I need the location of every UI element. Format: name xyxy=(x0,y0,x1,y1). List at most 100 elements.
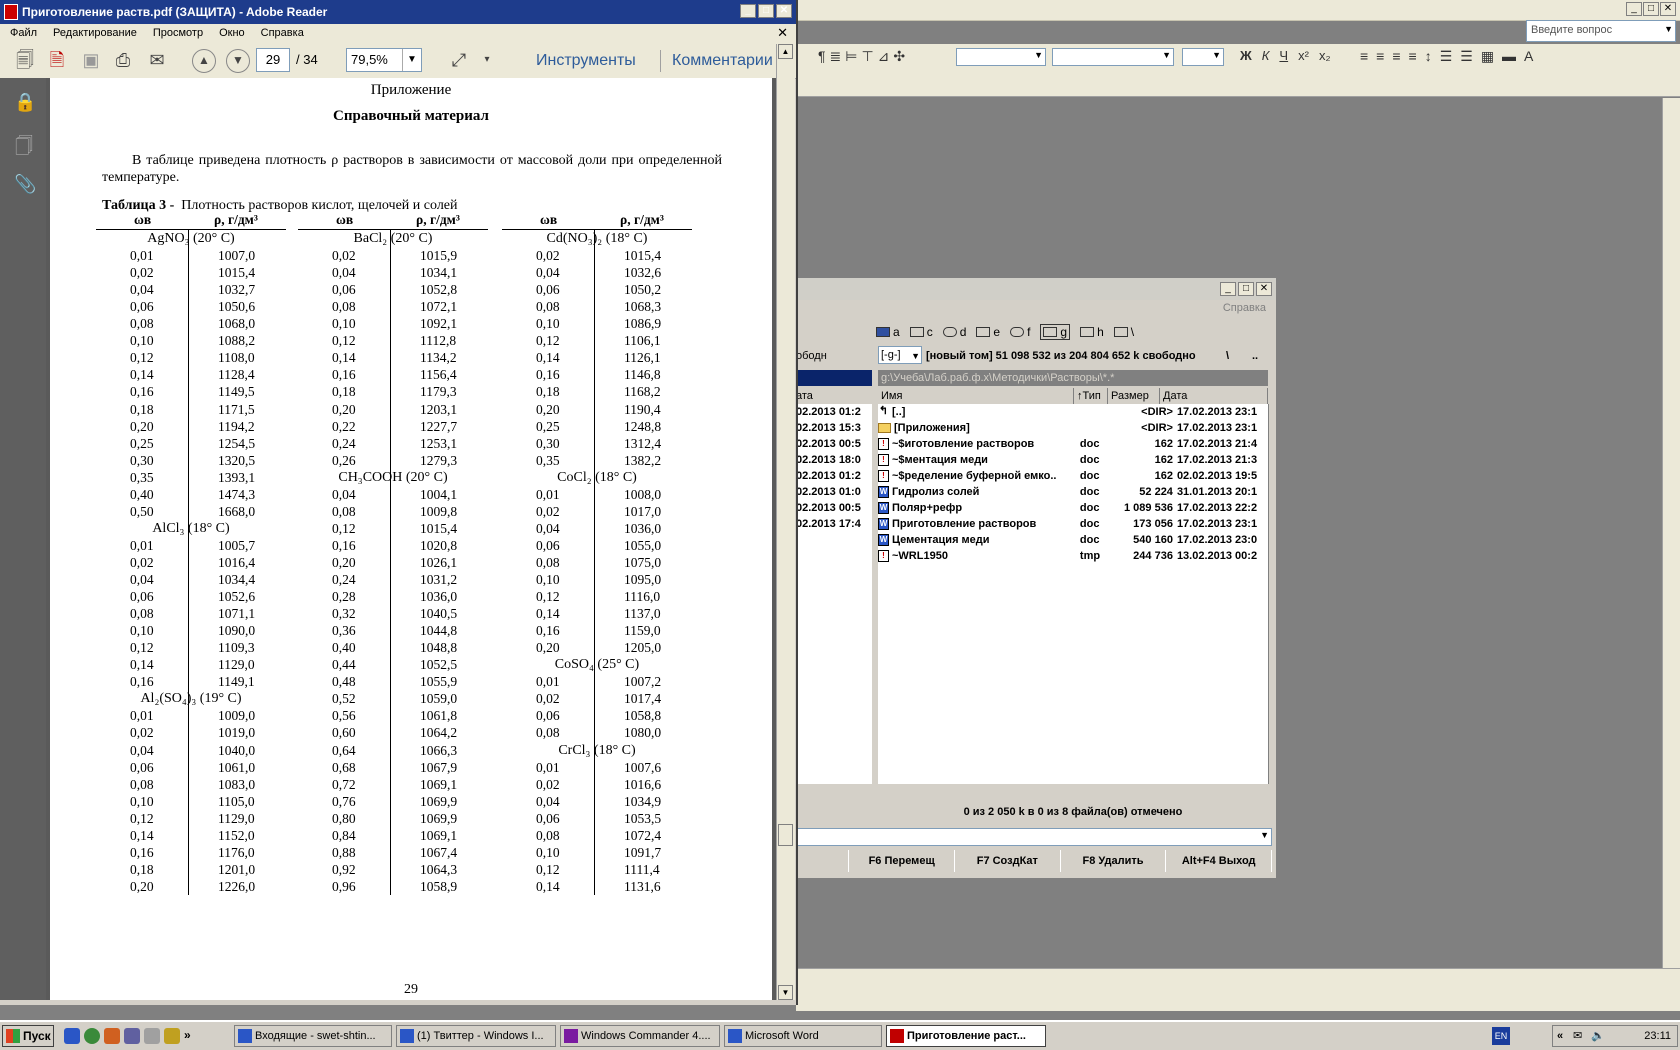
reader-minimize-button[interactable]: _ xyxy=(740,4,756,18)
word-style-combo[interactable]: ▼ xyxy=(956,48,1046,66)
taskbar-button[interactable]: Windows Commander 4.... xyxy=(560,1025,720,1047)
align-left-icon[interactable]: ≡ xyxy=(1360,48,1368,65)
f6-move-button[interactable]: F6 Перемещ xyxy=(849,850,955,872)
list-item[interactable]: 02.2013 18:0 xyxy=(796,452,872,468)
indent-icon[interactable]: ≣ xyxy=(830,48,842,65)
table-row[interactable]: ↰ [..] <DIR> 17.02.2013 23:1 xyxy=(878,404,1268,420)
chevron-down-icon[interactable]: ▼ xyxy=(1260,830,1269,840)
table-row[interactable]: ! ~WRL1950 tmp 244 736 13.02.2013 00:2 xyxy=(878,548,1268,564)
align-icon[interactable]: ⊨ xyxy=(845,48,857,65)
list-item[interactable]: 02.2013 01:0 xyxy=(796,484,872,500)
next-page-button[interactable]: ▼ xyxy=(226,49,250,73)
drive-button-a[interactable]: a xyxy=(876,325,900,339)
scroll-up-button[interactable]: ▲ xyxy=(778,44,793,59)
left-panel-column-date[interactable]: ата xyxy=(796,388,872,405)
bullets-icon[interactable]: ☰ xyxy=(1460,48,1473,65)
word-size-combo[interactable]: ▼ xyxy=(1182,48,1224,66)
email-icon[interactable] xyxy=(124,1028,140,1044)
line-spacing-icon[interactable]: ↕ xyxy=(1425,48,1432,65)
column-type[interactable]: ↑Тип xyxy=(1074,388,1108,404)
parent-dir-button[interactable]: .. xyxy=(1252,346,1258,366)
drive-button-f[interactable]: f xyxy=(1010,325,1030,339)
move-icon[interactable]: ✣ xyxy=(893,48,905,65)
underline-button[interactable]: Ч xyxy=(1279,48,1288,63)
command-line-input[interactable]: ▼ xyxy=(796,828,1272,846)
f5-button[interactable] xyxy=(796,850,850,872)
italic-button[interactable]: К xyxy=(1262,48,1270,63)
alt-f4-exit-button[interactable]: Alt+F4 Выход xyxy=(1166,850,1273,872)
table-row[interactable]: ! ~$ментация меди doc 162 17.02.2013 21:3 xyxy=(878,452,1268,468)
drive-button-d[interactable]: d xyxy=(942,325,966,339)
drive-combo[interactable]: [-g-] ▼ xyxy=(878,346,922,364)
scroll-down-button[interactable]: ▼ xyxy=(778,985,793,1000)
reader-close-button[interactable]: ✕ xyxy=(776,4,792,18)
create-pdf-icon[interactable]: 🗐 xyxy=(12,48,38,72)
media-icon[interactable] xyxy=(104,1028,120,1044)
network-drive-button[interactable]: \ xyxy=(1113,325,1134,339)
align-right-icon[interactable]: ≡ xyxy=(1392,48,1400,65)
f7-mkdir-button[interactable]: F7 СоздКат xyxy=(955,850,1061,872)
page-number-input[interactable]: 29 xyxy=(256,48,290,72)
commander-minimize-button[interactable]: _ xyxy=(1220,282,1236,296)
tray-expand-icon[interactable]: « xyxy=(1557,1026,1563,1046)
left-file-list[interactable]: 02.2013 01:2 02.2013 15:3 02.2013 00:5 0… xyxy=(796,404,872,784)
word-ask-question-box[interactable]: Введите вопрос ▼ xyxy=(1526,20,1676,42)
fit-window-icon[interactable]: ⤢ xyxy=(446,48,472,72)
save-icon[interactable]: ▣ xyxy=(78,48,104,72)
ie-icon[interactable] xyxy=(64,1028,80,1044)
taskbar-button[interactable]: (1) Твиттер - Windows I... xyxy=(396,1025,556,1047)
taskbar-button[interactable]: Microsoft Word xyxy=(724,1025,882,1047)
word-toolbar-icons-left[interactable]: ¶ ≣ ⊨ ⊤ ⊿ ✣ xyxy=(818,48,905,65)
table-row[interactable]: W Цементация меди doc 540 160 17.02.2013 23:… xyxy=(878,532,1268,548)
chevron-down-icon[interactable]: ▼ xyxy=(402,49,421,71)
drive-button-g[interactable]: g xyxy=(1040,324,1071,340)
style-icon[interactable]: ⊿ xyxy=(878,48,890,65)
subscript-button[interactable]: x₂ xyxy=(1319,48,1331,63)
commander-close-button[interactable]: ✕ xyxy=(1256,282,1272,296)
list-item[interactable]: 02.2013 01:2 xyxy=(796,468,872,484)
toolbar-overflow-icon[interactable]: ▾ xyxy=(474,48,500,72)
table-row[interactable]: W Поляр+рефр doc 1 089 536 17.02.2013 22:2 xyxy=(878,500,1268,516)
browser-icon[interactable] xyxy=(84,1028,100,1044)
highlight-icon[interactable]: ▬ xyxy=(1502,48,1516,65)
list-item[interactable]: 02.2013 17:4 xyxy=(796,516,872,532)
scroll-thumb[interactable] xyxy=(778,824,793,846)
lock-icon[interactable]: 🔒 xyxy=(14,92,36,114)
zoom-select[interactable]: 79,5% ▼ xyxy=(346,48,422,72)
table-row[interactable]: ! ~$ределение буферной емко.. doc 162 02.02.… xyxy=(878,468,1268,484)
word-align-buttons[interactable]: ≡ ≡ ≡ ≡ ↕ ☰ ☰ ▦ ▬ A xyxy=(1360,48,1533,65)
close-document-icon[interactable]: ✕ xyxy=(777,24,788,42)
pilcrow-icon[interactable]: ¶ xyxy=(818,48,826,65)
menu-help[interactable]: Справка xyxy=(1223,302,1266,314)
list-item[interactable]: 02.2013 00:5 xyxy=(796,436,872,452)
bold-button[interactable]: Ж xyxy=(1240,48,1252,63)
drive-button-e[interactable]: e xyxy=(976,325,1000,339)
menu-edit[interactable]: Редактирование xyxy=(53,27,137,39)
taskbar-button[interactable]: Входящие - swet-shtin... xyxy=(234,1025,392,1047)
table-row[interactable]: W Гидролиз солей doc 52 224 31.01.2013 20:1 xyxy=(878,484,1268,500)
drive-button-c[interactable]: c xyxy=(909,325,933,339)
word-close-button[interactable]: ✕ xyxy=(1660,2,1676,16)
font-color-icon[interactable]: A xyxy=(1524,48,1533,65)
start-button[interactable]: Пуск xyxy=(2,1025,54,1047)
word-maximize-button[interactable]: □ xyxy=(1643,2,1659,16)
word-vertical-scrollbar[interactable] xyxy=(1662,98,1680,968)
table-row[interactable]: ! ~$иготовление растворов doc 162 17.02.2013… xyxy=(878,436,1268,452)
word-minimize-button[interactable]: _ xyxy=(1626,2,1642,16)
reader-vertical-scrollbar[interactable]: ▲ ▼ xyxy=(776,44,795,1000)
menu-help[interactable]: Справка xyxy=(261,27,304,39)
chevron-right-icon[interactable]: » xyxy=(184,1028,191,1044)
reader-maximize-button[interactable]: □ xyxy=(758,4,774,18)
f8-delete-button[interactable]: F8 Удалить xyxy=(1061,850,1167,872)
menu-file[interactable]: Файл xyxy=(10,27,37,39)
align-center-icon[interactable]: ≡ xyxy=(1376,48,1384,65)
column-size[interactable]: Размер xyxy=(1108,388,1160,404)
volume-icon[interactable]: 🔈 xyxy=(1591,1026,1605,1046)
border-icon[interactable]: ▦ xyxy=(1481,48,1494,65)
email-icon[interactable]: ✉ xyxy=(144,48,170,72)
superscript-button[interactable]: x² xyxy=(1298,48,1309,63)
list-item[interactable]: 02.2013 01:2 xyxy=(796,404,872,420)
commander-maximize-button[interactable]: □ xyxy=(1238,282,1254,296)
drive-button-h[interactable]: h xyxy=(1080,325,1104,339)
menu-view[interactable]: Просмотр xyxy=(153,27,203,39)
